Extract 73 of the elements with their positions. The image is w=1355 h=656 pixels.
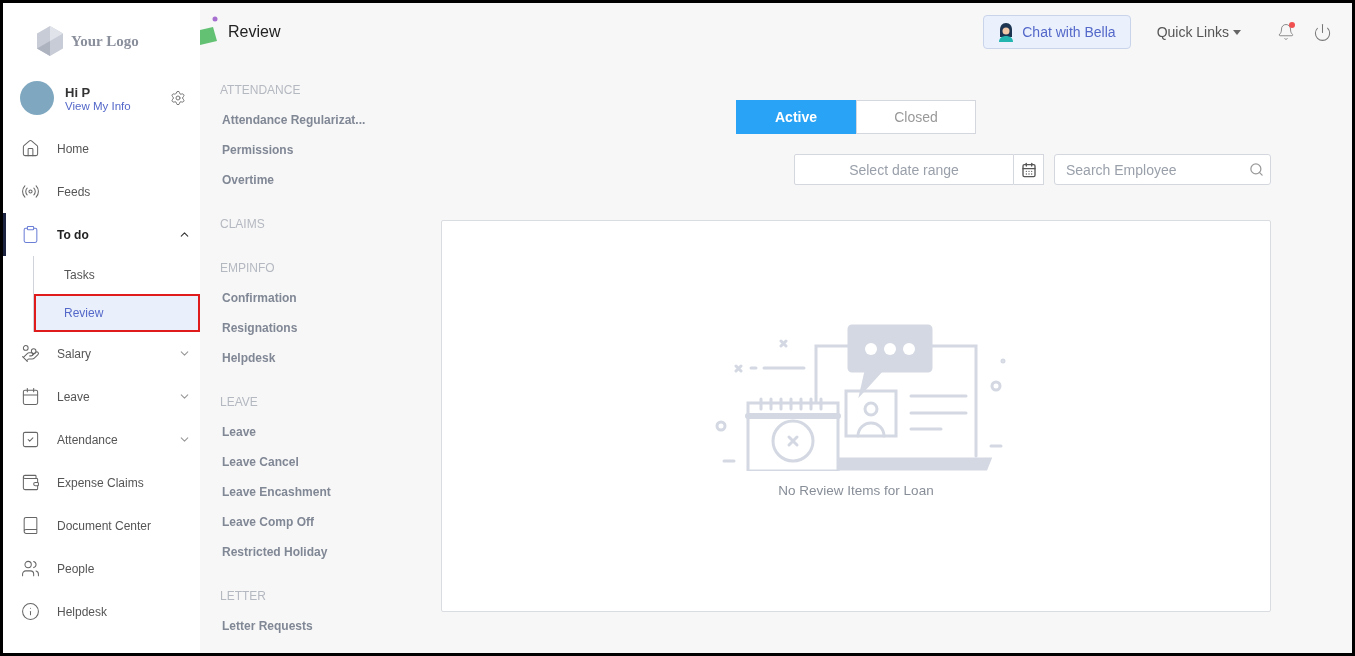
nav-label: Helpdesk xyxy=(57,604,109,619)
nav-item[interactable]: Helpdesk xyxy=(3,590,200,633)
power-button[interactable] xyxy=(1313,22,1332,42)
category-heading: LEAVE xyxy=(220,394,259,411)
status-tab[interactable]: Closed xyxy=(856,100,976,134)
category-link[interactable]: Letter Requests xyxy=(220,611,420,641)
people-icon xyxy=(21,559,40,578)
category-link[interactable]: Helpdesk xyxy=(220,343,420,373)
search-field[interactable]: Search Employee xyxy=(1054,154,1271,185)
nav-item[interactable]: Salary xyxy=(3,332,200,375)
power-icon xyxy=(1313,22,1332,42)
nav-item[interactable]: Home xyxy=(3,127,200,170)
caret-icon xyxy=(1233,29,1241,35)
nav-item[interactable]: Document Center xyxy=(3,504,200,547)
checkbox-icon xyxy=(21,430,40,449)
nav-item[interactable]: Feeds xyxy=(3,170,200,213)
nav-item[interactable]: Expense Claims xyxy=(3,461,200,504)
category-link[interactable]: Restricted Holiday xyxy=(220,537,420,567)
date-range-field[interactable]: Select date range xyxy=(794,154,1014,185)
nav-item[interactable]: To do xyxy=(3,213,200,256)
settings-icon[interactable] xyxy=(170,90,186,106)
category-heading: ATTENDANCE xyxy=(220,82,302,99)
hand-coin-icon xyxy=(21,344,40,363)
category-heading: EMPINFO xyxy=(220,260,276,277)
home-icon xyxy=(21,139,40,158)
bell-icon xyxy=(1277,23,1295,41)
empty-message: No Review Items for Loan xyxy=(778,483,934,498)
wallet-icon xyxy=(21,473,40,492)
broadcast-icon xyxy=(21,182,40,201)
category-heading: CLAIMS xyxy=(220,216,266,233)
nav-item[interactable]: People xyxy=(3,547,200,590)
chat-button[interactable]: Chat with Bella xyxy=(983,15,1131,49)
nav-label: Document Center xyxy=(57,518,153,533)
logo-text: Your Logo xyxy=(71,32,139,50)
category-link[interactable]: Leave Encashment xyxy=(220,477,420,507)
category-heading: LETTER xyxy=(220,588,267,605)
book-icon xyxy=(21,516,40,535)
info-icon xyxy=(21,602,40,621)
calendar-icon xyxy=(1020,161,1037,178)
page-title: Review xyxy=(228,23,282,41)
category-link[interactable]: Confirmation xyxy=(220,283,420,313)
notification-button[interactable] xyxy=(1277,23,1295,41)
nav-subitem[interactable]: Tasks xyxy=(34,256,200,294)
category-link[interactable]: Resignations xyxy=(220,313,420,343)
avatar-photo-placeholder xyxy=(20,81,54,115)
nav-item[interactable]: Leave xyxy=(3,375,200,418)
clipboard-icon xyxy=(21,225,40,244)
search-icon xyxy=(1249,162,1264,177)
nav-label: Feeds xyxy=(57,184,92,199)
calendar-icon xyxy=(21,387,40,406)
status-tab[interactable]: Active xyxy=(736,100,856,134)
nav-label: Expense Claims xyxy=(57,475,145,490)
category-link[interactable]: Overtime xyxy=(220,165,420,195)
category-link[interactable]: Attendance Regularizat... xyxy=(220,105,420,135)
leaf-icon xyxy=(200,16,218,48)
nav-label: Salary xyxy=(57,346,92,361)
user-greeting: Hi P xyxy=(65,84,92,100)
nav-label: To do xyxy=(57,227,90,242)
nav-label: People xyxy=(57,561,96,576)
category-link[interactable]: Permissions xyxy=(220,135,420,165)
category-link[interactable]: Leave Comp Off xyxy=(220,507,420,537)
nav-subitem[interactable]: Review xyxy=(34,294,200,332)
nav-label: Attendance xyxy=(57,432,119,447)
nav-item[interactable]: Attendance xyxy=(3,418,200,461)
category-link[interactable]: Leave xyxy=(220,417,420,447)
view-info-link[interactable]: View My Info xyxy=(65,99,159,112)
woman-avatar-icon xyxy=(998,22,1015,42)
calendar-button[interactable] xyxy=(1014,154,1044,185)
hexagon-logo-icon xyxy=(35,25,65,57)
nav-label: Home xyxy=(57,141,90,156)
quick-links-dropdown[interactable]: Quick Links xyxy=(1150,23,1247,41)
category-link[interactable]: Leave Cancel xyxy=(220,447,420,477)
nav-label: Leave xyxy=(57,389,91,404)
